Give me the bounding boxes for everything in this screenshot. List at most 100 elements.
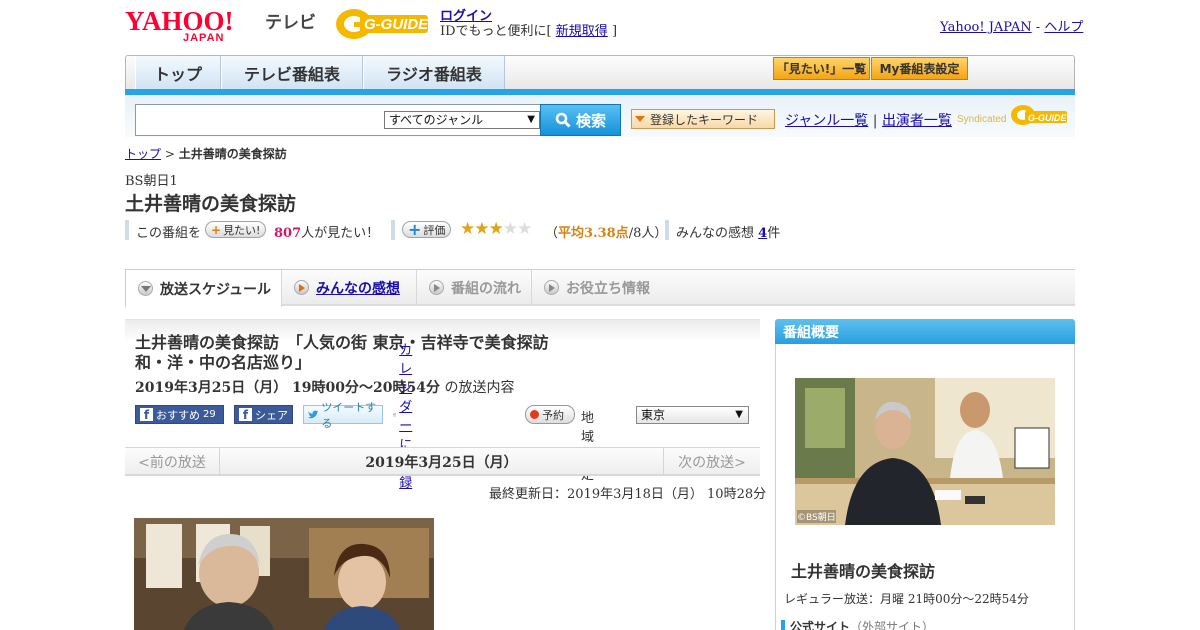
date-navigation: <前の放送 2019年3月25日（月） 次の放送> (125, 447, 760, 476)
help-link[interactable]: ヘルプ (1044, 20, 1083, 35)
syndicated-label: Syndicated (957, 114, 1006, 125)
record-dot-icon (530, 410, 539, 419)
breadcrumb-top-link[interactable]: トップ (125, 147, 161, 161)
impressions-label: みんなの感想 (676, 226, 755, 241)
next-broadcast-link[interactable]: 次の放送> (663, 448, 760, 475)
facebook-share-button[interactable]: f シェア (234, 405, 293, 424)
genre-select-value: すべてのジャンル (389, 113, 484, 127)
tab-label: 放送スケジュール (160, 281, 272, 298)
external-site-label: （外部サイト） (850, 620, 935, 630)
genre-list-link[interactable]: ジャンル一覧 (785, 113, 868, 129)
search-icon (555, 112, 571, 128)
signup-link[interactable]: 新規取得 (556, 24, 608, 39)
plus-icon: + (211, 222, 222, 237)
rating-open-paren: （ (545, 226, 559, 241)
breadcrumb: トップ > 土井善晴の美食探訪 (125, 145, 287, 162)
nav-tab-tv-listings[interactable]: テレビ番組表 (221, 56, 363, 90)
list-links: ジャンル一覧 | 出演者一覧 (785, 110, 952, 130)
tab-label: 番組の流れ (451, 280, 521, 297)
gguide-logo-text: G-GUIDE (364, 16, 429, 33)
dropdown-triangle-icon (635, 116, 645, 122)
nav-tab-top[interactable]: トップ (135, 56, 221, 90)
fb-share-label: シェア (255, 408, 288, 422)
rate-label: 評価 (423, 223, 446, 237)
facebook-recommend-button[interactable]: f おすすめ 29 (135, 405, 224, 424)
login-sub-prefix: IDでもっと便利に[ (440, 24, 552, 39)
impressions-count-link[interactable]: 4 (758, 226, 767, 241)
login-sub-suffix: ] (611, 24, 618, 39)
japan-logo-text: JAPAN (183, 32, 224, 42)
rate-button[interactable]: + 評価 (402, 220, 452, 239)
content-tabs: 放送スケジュール みんなの感想 番組の流れ お役立ち情報 (125, 269, 1075, 307)
region-select-value: 東京 (641, 408, 666, 422)
prev-broadcast-link[interactable]: <前の放送 (125, 448, 220, 475)
search-button-label: 検索 (575, 111, 606, 130)
want-suffix: 人が見たい！ (301, 226, 380, 241)
episode-title-line1: 土井善晴の美食探訪 「人気の街 東京・吉祥寺で美食探訪 (135, 333, 549, 352)
episode-date-time: 2019年3月25日（月） 19時00分～20時54分 (135, 380, 440, 396)
cast-list-link[interactable]: 出演者一覧 (882, 113, 952, 129)
divider (125, 220, 129, 240)
tab-label[interactable]: みんなの感想 (316, 278, 400, 298)
rating-summary: （平均3.38点/8人） (545, 222, 667, 241)
sidebar-program-title: 土井善晴の美食探訪 (791, 562, 936, 581)
rating-average: 平均3.38点 (558, 226, 629, 241)
tab-impressions[interactable]: みんなの感想 (282, 270, 417, 305)
list-links-divider: | (872, 113, 878, 129)
registered-keyword-label: 登録したキーワード (650, 112, 759, 127)
yahoo-japan-link[interactable]: Yahoo! JAPAN (940, 20, 1032, 35)
gguide-logo: G-GUIDE (334, 5, 434, 41)
header-links: Yahoo! JAPAN - ヘルプ (940, 16, 1083, 35)
rating-count: /8人） (628, 226, 668, 241)
nav-tab-radio-listings[interactable]: ラジオ番組表 (363, 56, 505, 90)
search-button[interactable]: 検索 (540, 104, 621, 136)
rating-stars: ★★★★★ (460, 219, 532, 239)
calendar-register[interactable]: + カレンダーに登録 (393, 343, 423, 491)
star-filled-icon: ★ (460, 219, 475, 239)
star-empty-icon: ★ (517, 219, 532, 239)
official-site-heading: 公式サイト（外部サイト） (781, 620, 934, 630)
page-title: 土井善晴の美食探訪 (125, 193, 297, 215)
star-filled-icon: ★ (488, 219, 504, 239)
channel-name: BS朝日1 (125, 174, 178, 189)
want-list-button[interactable]: 「見たい!」一覧 (773, 57, 870, 80)
impressions-suffix: 件 (767, 226, 781, 241)
fb-recommend-count: 29 (203, 409, 216, 420)
breadcrumb-separator: > (164, 147, 175, 161)
my-listings-settings-button[interactable]: My番組表設定 (871, 57, 968, 80)
episode-title: 土井善晴の美食探訪 「人気の街 東京・吉祥寺で美食探訪 和・洋・中の名店巡り」 (135, 333, 575, 373)
play-circle-icon (429, 280, 444, 295)
program-photo: ©BS朝日 (795, 378, 1055, 525)
regular-broadcast-info: レギュラー放送：月曜 21時00分～22時54分 (784, 592, 1029, 606)
breadcrumb-current: 土井善晴の美食探訪 (178, 147, 287, 161)
want-to-watch-button[interactable]: + 見たい! (205, 221, 267, 238)
want-prefix: この番組を (136, 226, 202, 241)
login-subtext: IDでもっと便利に[ 新規取得 ] (440, 20, 617, 39)
current-broadcast-date: 2019年3月25日（月） (365, 454, 518, 471)
region-select[interactable]: 東京 ▼ (636, 406, 749, 424)
tv-label: テレビ (265, 13, 316, 33)
want-count: 807 (274, 226, 302, 241)
tab-useful-info: お役立ち情報 (532, 270, 657, 305)
registered-keyword-button[interactable]: 登録したキーワード (631, 109, 775, 129)
tab-broadcast-schedule[interactable]: 放送スケジュール (125, 270, 282, 307)
header-link-separator: - (1035, 20, 1041, 35)
official-site-label: 公式サイト (790, 620, 851, 630)
reserve-button[interactable]: 予約 (525, 405, 575, 424)
tweet-label: ツイートする (321, 400, 377, 430)
play-circle-icon (544, 280, 559, 295)
yahoo-japan-logo[interactable]: YAHOO! JAPAN (125, 6, 261, 44)
divider (665, 220, 669, 240)
genre-select[interactable]: すべてのジャンル ▼ (384, 111, 540, 129)
episode-datetime: 2019年3月25日（月） 19時00分～20時54分 の放送内容 (135, 377, 514, 397)
tab-program-flow: 番組の流れ (417, 270, 532, 305)
impressions: みんなの感想 4件 (676, 222, 780, 241)
last-updated: 最終更新日：2019年3月18日（月） 10時28分 (489, 487, 767, 502)
star-empty-icon: ★ (502, 219, 518, 239)
star-filled-icon: ★ (474, 219, 489, 239)
episode-photo (134, 518, 434, 630)
syndicated-gguide-logo: Syndicated G-GUIDE (957, 101, 1069, 131)
photo-credit: ©BS朝日 (797, 510, 836, 523)
chevron-down-icon: ▼ (527, 114, 535, 125)
tweet-button[interactable]: ツイートする (303, 401, 383, 430)
